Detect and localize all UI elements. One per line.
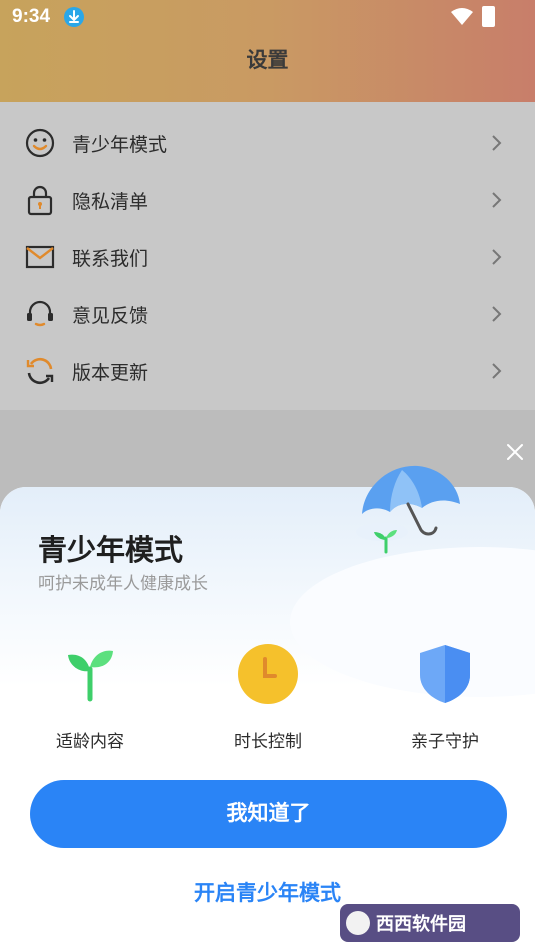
chevron-right-icon bbox=[492, 249, 502, 265]
menu-item-label: 隐私清单 bbox=[72, 191, 149, 213]
refresh-icon bbox=[26, 357, 54, 385]
sprout-icon bbox=[68, 650, 113, 702]
feature-label: 亲子守护 bbox=[411, 732, 479, 752]
umbrella-illustration bbox=[356, 465, 460, 554]
feature-time-control: 时长控制 bbox=[193, 639, 343, 752]
wifi-icon bbox=[451, 8, 473, 25]
close-icon[interactable] bbox=[503, 440, 527, 464]
chevron-right-icon bbox=[492, 306, 502, 322]
headset-icon bbox=[27, 300, 53, 327]
watermark-logo: 西西软件园 bbox=[340, 904, 520, 942]
feature-label: 时长控制 bbox=[234, 732, 302, 752]
menu-item-label: 意见反馈 bbox=[72, 305, 149, 327]
mail-icon bbox=[25, 245, 55, 269]
menu-item-label: 青少年模式 bbox=[72, 134, 168, 156]
menu-item-feedback[interactable]: 意见反馈 bbox=[0, 285, 535, 342]
download-icon bbox=[64, 7, 84, 27]
menu-item-version-update[interactable]: 版本更新 bbox=[0, 342, 535, 399]
status-time: 9:34 bbox=[12, 6, 51, 27]
dialog-subtitle: 呵护未成年人健康成长 bbox=[38, 574, 208, 594]
chevron-right-icon bbox=[492, 363, 502, 379]
clock-icon bbox=[238, 644, 298, 704]
smiley-face-icon bbox=[25, 128, 55, 158]
got-it-button[interactable]: 我知道了 bbox=[30, 780, 507, 848]
app-header: 9:34 设置 bbox=[0, 0, 535, 102]
chevron-right-icon bbox=[492, 192, 502, 208]
lock-icon bbox=[27, 185, 53, 216]
settings-menu: 青少年模式 隐私清单 联系我们 意见反馈 版本更新 bbox=[0, 114, 535, 399]
page-title: 设置 bbox=[246, 48, 289, 72]
status-bar: 9:34 bbox=[0, 0, 535, 36]
battery-icon bbox=[482, 6, 495, 27]
feature-age-appropriate: 适龄内容 bbox=[15, 639, 165, 752]
chevron-right-icon bbox=[492, 135, 502, 151]
menu-item-teen-mode[interactable]: 青少年模式 bbox=[0, 114, 535, 171]
dialog-title: 青少年模式 bbox=[38, 533, 184, 567]
feature-parental-guard: 亲子守护 bbox=[370, 639, 520, 752]
feature-label: 适龄内容 bbox=[56, 732, 124, 752]
menu-item-label: 联系我们 bbox=[72, 248, 149, 270]
menu-item-label: 版本更新 bbox=[72, 362, 149, 384]
menu-item-privacy-list[interactable]: 隐私清单 bbox=[0, 171, 535, 228]
menu-item-contact-us[interactable]: 联系我们 bbox=[0, 228, 535, 285]
svg-text:西西软件园: 西西软件园 bbox=[376, 913, 466, 935]
shield-icon bbox=[420, 645, 470, 703]
teen-mode-dialog: 青少年模式 呵护未成年人健康成长 适龄内容 时长控制 亲子守护 我知道了 开启青… bbox=[0, 487, 535, 951]
